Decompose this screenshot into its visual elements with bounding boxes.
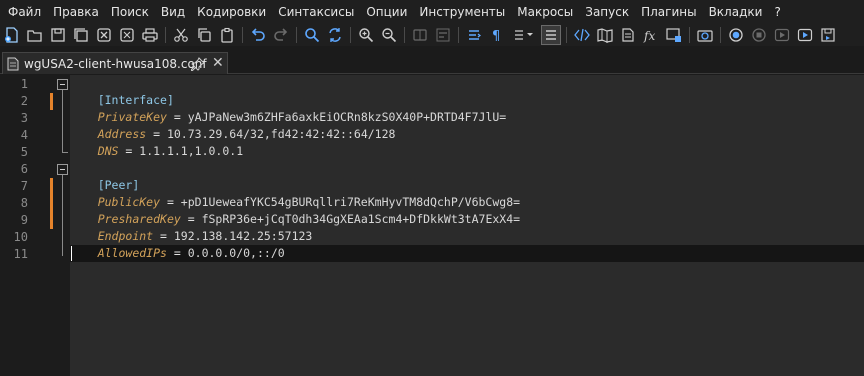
line-number: 1 [20, 77, 28, 91]
menu-run[interactable]: Запуск [579, 0, 635, 24]
file-icon [7, 57, 19, 70]
close-icon[interactable] [94, 25, 114, 45]
toolbar-separator [566, 27, 567, 43]
toolbar-separator [350, 27, 351, 43]
menu-edit[interactable]: Правка [47, 0, 105, 24]
sync-scroll-icon[interactable] [410, 25, 430, 45]
copy-icon[interactable] [194, 25, 214, 45]
tab-bar: wgUSA2-client-hwusa108.conf ✕ [0, 50, 864, 74]
find-icon[interactable] [302, 25, 322, 45]
menu-search[interactable]: Поиск [105, 0, 155, 24]
line-number: 9 [20, 213, 28, 227]
change-marker [50, 93, 53, 110]
replace-icon[interactable] [325, 25, 345, 45]
menu-help[interactable]: ? [768, 0, 786, 24]
tab-label: wgUSA2-client-hwusa108.conf [24, 56, 207, 71]
indent-guide-icon[interactable]: ¶ [487, 25, 507, 45]
tab-close-button[interactable]: ✕ [212, 55, 224, 71]
line-number: 4 [20, 128, 28, 142]
pin-icon[interactable] [191, 57, 205, 71]
document-map-icon[interactable] [541, 25, 561, 45]
config-key: DNS [97, 144, 119, 158]
line-number: 5 [20, 145, 28, 159]
line-number: 2 [20, 94, 28, 108]
new-file-icon[interactable] [2, 25, 22, 45]
line-number: 6 [20, 162, 28, 176]
toolbar-separator [404, 27, 405, 43]
print-icon[interactable] [140, 25, 160, 45]
change-marker [50, 178, 53, 229]
close-all-icon[interactable] [117, 25, 137, 45]
fold-toggle-peer[interactable] [57, 164, 68, 175]
editor[interactable]: 1 2 3 4 5 6 7 8 9 10 11 [Interface] Priv… [0, 75, 864, 376]
fold-toggle-interface[interactable] [57, 79, 68, 90]
line-number: 8 [20, 196, 28, 210]
open-file-icon[interactable] [25, 25, 45, 45]
udl-icon[interactable] [510, 25, 538, 45]
menu-bar: Файл Правка Поиск Вид Кодировки Синтакси… [0, 0, 864, 24]
menu-language[interactable]: Синтаксисы [272, 0, 360, 24]
config-equals: = [166, 246, 188, 260]
fx-icon[interactable]: fx [641, 25, 661, 45]
undo-icon[interactable] [248, 25, 268, 45]
menu-plugins[interactable]: Плагины [635, 0, 702, 24]
toolbar-separator [689, 27, 690, 43]
paste-icon[interactable] [217, 25, 237, 45]
toolbar-separator [296, 27, 297, 43]
config-key: AllowedIPs [97, 246, 167, 260]
toolbar-separator [242, 27, 243, 43]
cut-icon[interactable] [171, 25, 191, 45]
toolbar-separator [165, 27, 166, 43]
gutter: 1 2 3 4 5 6 7 8 9 10 11 [0, 75, 70, 376]
toolbar: ¶ fx [0, 24, 864, 46]
fold-guide [62, 175, 63, 256]
menu-encoding[interactable]: Кодировки [191, 0, 272, 24]
line-number: 10 [13, 230, 28, 244]
save-all-icon[interactable] [71, 25, 91, 45]
function-list-icon[interactable] [572, 25, 592, 45]
tab-wgusa2-client-conf[interactable]: wgUSA2-client-hwusa108.conf ✕ [2, 52, 228, 74]
line-number: 7 [20, 179, 28, 193]
line-number: 11 [13, 247, 28, 261]
run-macro-multiple-icon[interactable] [795, 25, 815, 45]
menu-macro[interactable]: Макросы [511, 0, 579, 24]
word-wrap-icon[interactable] [433, 25, 453, 45]
fold-guide [62, 90, 63, 152]
menu-settings[interactable]: Опции [360, 0, 413, 24]
toolbar-separator [720, 27, 721, 43]
config-value: 1.1.1.1,1.0.0.1 [139, 144, 244, 158]
menu-view[interactable]: Вид [155, 0, 191, 24]
zoom-in-icon[interactable] [356, 25, 376, 45]
save-icon[interactable] [48, 25, 68, 45]
panel-icon[interactable] [664, 25, 684, 45]
stop-macro-icon[interactable] [749, 25, 769, 45]
save-macro-icon[interactable] [818, 25, 838, 45]
record-macro-icon[interactable] [726, 25, 746, 45]
show-all-chars-icon[interactable] [464, 25, 484, 45]
menu-tools[interactable]: Инструменты [413, 0, 511, 24]
config-equals: = [118, 144, 140, 158]
svg-text:fx: fx [643, 29, 655, 43]
monitoring-icon[interactable] [618, 25, 638, 45]
play-macro-icon[interactable] [772, 25, 792, 45]
camera-icon[interactable] [695, 25, 715, 45]
toolbar-separator [458, 27, 459, 43]
zoom-out-icon[interactable] [379, 25, 399, 45]
svg-text:¶: ¶ [492, 29, 500, 43]
config-value: 0.0.0.0/0,::/0 [187, 246, 285, 260]
code-line: AllowedIPs = 0.0.0.0/0,::/0 [70, 228, 285, 279]
menu-window[interactable]: Вкладки [703, 0, 769, 24]
fold-end [62, 152, 68, 153]
folder-as-workspace-icon[interactable] [595, 25, 615, 45]
menu-file[interactable]: Файл [2, 0, 47, 24]
line-number: 3 [20, 111, 28, 125]
redo-icon[interactable] [271, 25, 291, 45]
